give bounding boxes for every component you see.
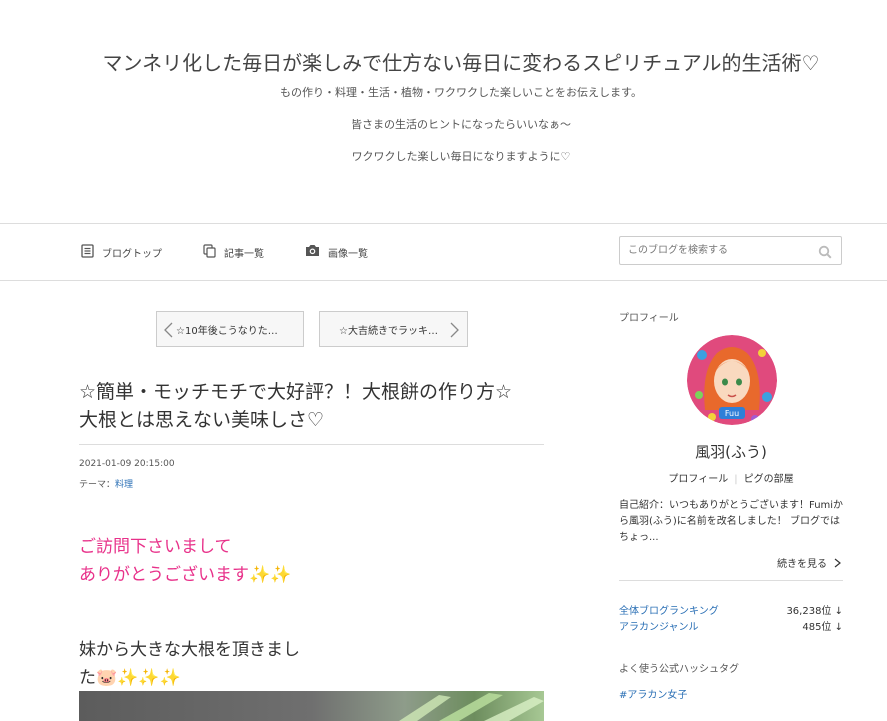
blog-description-3: ワクワクした楽しい毎日になりますように♡ — [351, 150, 571, 163]
article-title-divider — [79, 444, 544, 445]
article-theme-label: テーマ： — [79, 480, 116, 490]
article-title[interactable]: ☆簡単・モッチモチで大好評？！大根餅の作り方☆ 大根とは思えない美味しさ♡ — [79, 378, 549, 434]
svg-text:Fuu: Fuu — [725, 409, 739, 418]
nav-article-list-label: 記事一覧 — [224, 248, 264, 260]
ranking-genre-value: 485位 ↓ — [802, 622, 843, 633]
prev-article-button[interactable]: ☆10年後こうなりた… — [156, 311, 304, 347]
prev-article-label: ☆10年後こうなりた… — [176, 325, 278, 337]
profile-name[interactable]: 風羽(ふう) — [619, 441, 843, 462]
article-theme-link[interactable]: 料理 — [115, 480, 133, 490]
blog-header: マンネリ化した毎日が楽しみで仕方ない毎日に変わるスピリチュアル的生活術♡ もの作… — [0, 0, 887, 223]
profile-link[interactable]: プロフィール — [668, 474, 728, 485]
nav-blog-top-label: ブログトップ — [102, 248, 162, 260]
ranking-genre-link[interactable]: アラカンジャンル — [619, 622, 699, 633]
profile-heading: プロフィール — [619, 313, 679, 324]
ranking-overall-link[interactable]: 全体ブログランキング — [619, 606, 719, 617]
article-body-line-2: た🐷✨✨✨ — [79, 668, 181, 688]
chevron-right-icon — [450, 322, 459, 338]
read-more-label: 続きを見る — [777, 559, 827, 570]
nav-image-list[interactable]: 画像一覧 — [305, 224, 368, 280]
document-icon — [81, 243, 94, 261]
avatar[interactable]: Fuu — [687, 335, 777, 425]
article-date: 2021-01-09 20:15:00 — [79, 459, 175, 469]
profile-links: プロフィール | ピグの部屋 — [619, 470, 843, 485]
profile-intro: 自己紹介：いつもありがとうございます！Fumiから風羽(ふう)に名前を改名しまし… — [619, 500, 844, 543]
article-body-line-1: 妹から大きな大根を頂きまし — [79, 640, 300, 660]
blog-search-input[interactable] — [620, 237, 813, 264]
link-separator: | — [734, 474, 738, 485]
next-article-label: ☆大吉続きでラッキ… — [339, 325, 438, 337]
hashtag-link[interactable]: #アラカン女子 — [619, 686, 687, 701]
search-icon[interactable] — [818, 244, 832, 263]
nav-image-list-label: 画像一覧 — [328, 248, 368, 260]
ranking-row-overall: 全体ブログランキング 36,238位 ↓ — [619, 602, 843, 617]
blog-description-1: もの作り・料理・生活・植物・ワクワクした楽しいことをお伝えします。 — [280, 86, 642, 99]
blog-search-box — [619, 236, 842, 265]
blog-description-2: 皆さまの生活のヒントになったらいいなぁ〜 — [351, 118, 571, 131]
sidebar-divider — [619, 580, 843, 581]
article-title-line-1: ☆簡単・モッチモチで大好評？！大根餅の作り方☆ — [79, 381, 513, 403]
hashtag-heading: よく使う公式ハッシュタグ — [619, 664, 739, 675]
camera-icon — [305, 244, 320, 260]
ranking-row-genre: アラカンジャンル 485位 ↓ — [619, 618, 843, 633]
greeting-line-1: ご訪問下さいまして — [79, 537, 232, 557]
nav-blog-top[interactable]: ブログトップ — [81, 224, 162, 280]
read-more-link[interactable]: 続きを見る — [777, 555, 842, 570]
chevron-left-icon — [164, 322, 173, 338]
ranking-overall-value: 36,238位 ↓ — [786, 606, 843, 617]
chevron-right-icon — [834, 558, 842, 568]
greeting-line-2: ありがとうございます✨✨ — [79, 565, 292, 585]
article-theme: テーマ：料理 — [79, 477, 133, 490]
copy-icon — [203, 243, 216, 261]
blog-nav-bar: ブログトップ 記事一覧 画像一覧 — [0, 223, 887, 281]
next-article-button[interactable]: ☆大吉続きでラッキ… — [319, 311, 468, 347]
article-title-line-2: 大根とは思えない美味しさ♡ — [79, 409, 325, 431]
nav-article-list[interactable]: 記事一覧 — [203, 224, 264, 280]
blog-title[interactable]: マンネリ化した毎日が楽しみで仕方ない毎日に変わるスピリチュアル的生活術♡ — [0, 47, 887, 76]
pigg-room-link[interactable]: ピグの部屋 — [744, 474, 794, 485]
